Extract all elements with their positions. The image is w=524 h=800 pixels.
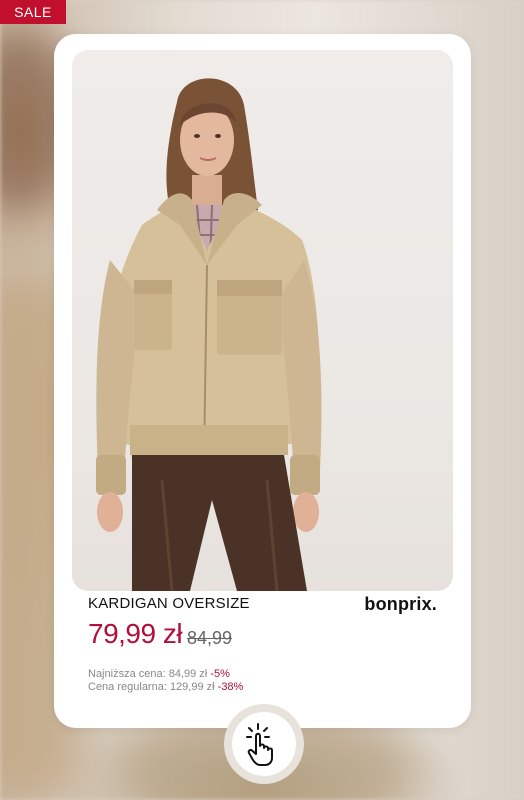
hand-pointer-tap-icon	[246, 723, 273, 766]
lowest-price-info: Najniższa cena: 84,99 zł -5%	[88, 668, 230, 680]
lowest-price-discount: -5%	[210, 668, 230, 680]
product-card[interactable]: KARDIGAN OVERSIZE bonprix. 79,99 zł 84,9…	[54, 34, 471, 728]
product-image[interactable]	[72, 50, 453, 591]
tap-button[interactable]	[224, 704, 304, 784]
tap-button-inner[interactable]	[232, 712, 296, 776]
regular-price-info: Cena regularna: 129,99 zł -38%	[88, 681, 243, 693]
regular-price-discount: -38%	[217, 681, 244, 693]
product-title[interactable]: KARDIGAN OVERSIZE	[88, 595, 250, 612]
old-price: 84,99	[187, 628, 233, 648]
model-illustration	[96, 78, 322, 591]
brand-logo: bonprix.	[364, 594, 437, 614]
sale-badge: SALE	[0, 0, 66, 24]
regular-price-label: Cena regularna: 129,99 zł	[88, 681, 215, 693]
current-price: 79,99 zł	[88, 618, 183, 649]
lowest-price-label: Najniższa cena: 84,99 zł	[88, 668, 208, 680]
